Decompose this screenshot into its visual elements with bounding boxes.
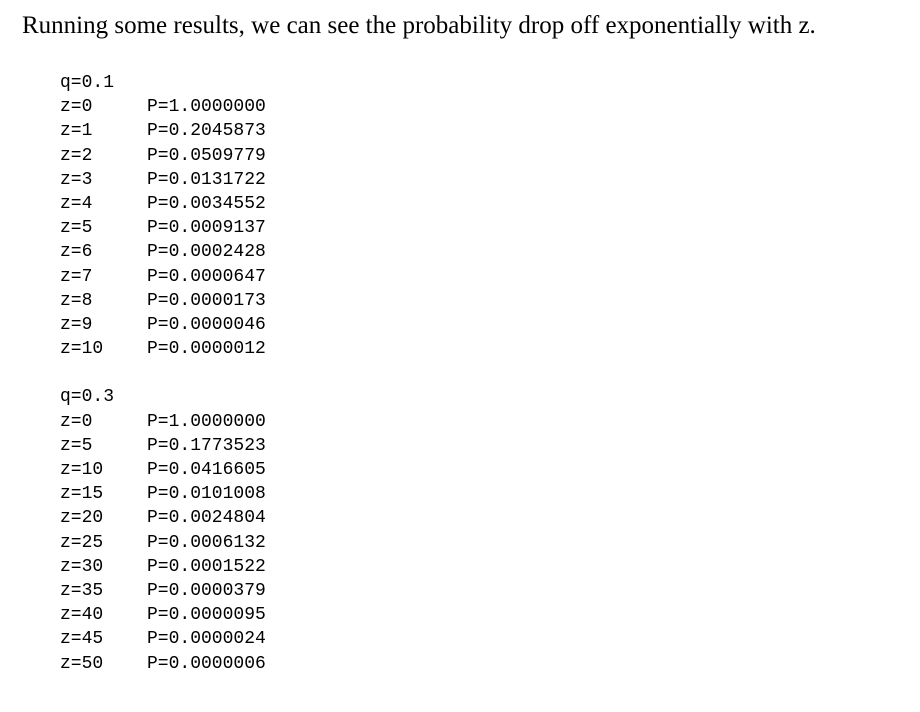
result-row: z=5 P=0.1773523 [60, 434, 266, 458]
result-row: z=10 P=0.0416605 [60, 458, 266, 482]
probability-value: P=0.0131722 [147, 169, 266, 190]
z-value: z=5 [60, 218, 93, 239]
result-row: z=45 P=0.0000024 [60, 627, 266, 651]
z-value: z=0 [60, 411, 93, 432]
result-row: z=40 P=0.0000095 [60, 603, 266, 627]
z-value: z=45 [60, 629, 104, 650]
results-block-q-0-1: q=0.1 z=0 P=1.0000000 z=1 P=0.2045873 z=2 P… [60, 71, 266, 361]
z-value: z=5 [60, 435, 93, 456]
result-row: z=35 P=0.0000379 [60, 579, 266, 603]
z-value: z=50 [60, 653, 104, 674]
probability-value: P=0.0101008 [147, 484, 266, 505]
probability-value: P=0.0000046 [147, 314, 266, 335]
result-row: z=50 P=0.0000006 [60, 652, 266, 676]
probability-value: P=0.0000379 [147, 580, 266, 601]
z-value: z=15 [60, 484, 104, 505]
z-value: z=3 [60, 169, 93, 190]
probability-value: P=0.0509779 [147, 145, 266, 166]
result-row: z=3 P=0.0131722 [60, 168, 266, 192]
probability-value: P=1.0000000 [147, 97, 266, 118]
probability-value: P=0.0009137 [147, 218, 266, 239]
z-value: z=35 [60, 580, 104, 601]
intro-paragraph: Running some results, we can see the pro… [22, 12, 816, 39]
result-row: z=0 P=1.0000000 [60, 95, 266, 119]
probability-value: P=0.0000647 [147, 266, 266, 287]
z-value: z=10 [60, 460, 104, 480]
z-value: z=30 [60, 556, 104, 577]
result-row: z=9 P=0.0000046 [60, 313, 266, 337]
z-value: z=20 [60, 508, 104, 529]
z-value: z=6 [60, 242, 93, 263]
probability-value: P=1.0000000 [147, 411, 266, 432]
result-row: z=30 P=0.0001522 [60, 555, 266, 579]
probability-value: P=0.0000012 [147, 339, 266, 360]
probability-value: P=0.0000006 [147, 653, 266, 674]
z-value: z=0 [60, 97, 93, 118]
block-heading: q=0.1 [60, 73, 115, 93]
result-row: z=15 P=0.0101008 [60, 482, 266, 506]
probability-value: P=0.0024804 [147, 508, 266, 529]
result-row: z=8 P=0.0000173 [60, 289, 266, 313]
probability-value: P=0.0034552 [147, 193, 266, 214]
z-value: z=10 [60, 339, 104, 360]
probability-value: P=0.0000024 [147, 629, 266, 650]
z-value: z=25 [60, 532, 104, 553]
result-row: z=10 P=0.0000012 [60, 337, 266, 361]
z-value: z=1 [60, 121, 93, 142]
results-block-q-0-3: q=0.3 z=0 P=1.0000000 z=5 P=0.1773523 z=10… [60, 385, 266, 675]
result-row: z=25 P=0.0006132 [60, 531, 266, 555]
probability-value: P=0.0006132 [147, 532, 266, 553]
probability-value: P=0.2045873 [147, 121, 266, 142]
results-listing: q=0.1 z=0 P=1.0000000 z=1 P=0.2045873 z=2 P… [60, 71, 266, 676]
z-value: z=2 [60, 145, 93, 166]
probability-value: P=0.0000173 [147, 290, 266, 311]
result-row: z=0 P=1.0000000 [60, 410, 266, 434]
probability-value: P=0.1773523 [147, 435, 266, 456]
result-row: z=6 P=0.0002428 [60, 240, 266, 264]
z-value: z=8 [60, 290, 93, 311]
z-value: z=4 [60, 193, 93, 214]
result-row: z=4 P=0.0034552 [60, 192, 266, 216]
result-row: z=2 P=0.0509779 [60, 144, 266, 168]
z-value: z=40 [60, 605, 104, 626]
probability-value: P=0.0002428 [147, 242, 266, 263]
result-row: z=1 P=0.2045873 [60, 119, 266, 143]
block-heading: q=0.3 [60, 387, 115, 408]
result-row: z=20 P=0.0024804 [60, 506, 266, 530]
probability-value: P=0.0001522 [147, 556, 266, 577]
z-value: z=7 [60, 266, 93, 287]
probability-value: P=0.0000095 [147, 605, 266, 626]
result-row: z=5 P=0.0009137 [60, 216, 266, 240]
probability-value: P=0.0416605 [147, 460, 266, 480]
z-value: z=9 [60, 314, 93, 335]
result-row: z=7 P=0.0000647 [60, 265, 266, 289]
